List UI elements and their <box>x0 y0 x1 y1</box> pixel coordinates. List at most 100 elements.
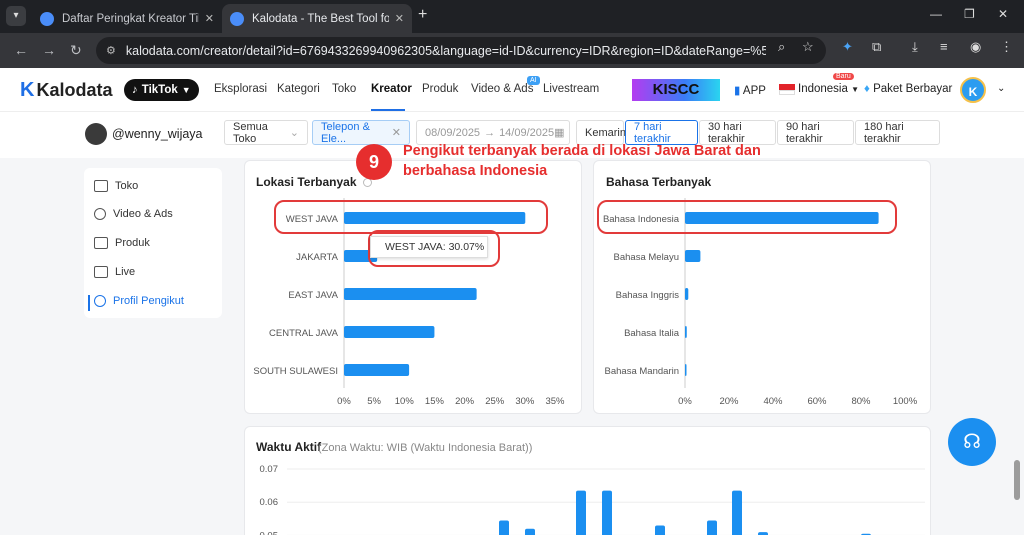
kalodata-favicon-icon <box>40 11 54 26</box>
nav-produk[interactable]: Produk <box>422 83 458 95</box>
side-item-label: Produk <box>115 237 150 249</box>
ai-badge: AI <box>527 76 540 85</box>
kalodata-favicon-icon <box>230 11 244 26</box>
time-bar <box>655 525 665 535</box>
language-selector[interactable]: Indonesia ▼ <box>798 83 859 95</box>
language-tick-label: 60% <box>807 396 827 407</box>
support-headset-icon[interactable]: ☊ <box>948 418 996 466</box>
extensions-icon[interactable]: ⧉ <box>872 39 881 55</box>
location-card: Lokasi Terbanyak WEST JAVA JAKARTA EAST JA… <box>244 160 582 414</box>
language-bar <box>685 250 701 262</box>
side-item-toko[interactable]: Toko <box>94 180 138 192</box>
account-chevron-icon[interactable]: ⌄ <box>997 83 1005 94</box>
time-bar <box>576 490 586 535</box>
logo-text: Kalodata <box>36 80 113 100</box>
forward-icon[interactable]: → <box>42 42 56 58</box>
media-icon[interactable]: ≡ <box>940 39 948 54</box>
language-tick-label: 100% <box>893 396 918 407</box>
download-icon[interactable]: ⤓ <box>912 39 918 55</box>
location-category-label: SOUTH SULAWESI <box>253 366 338 377</box>
time-tick-label: 0.07 <box>260 464 279 475</box>
date-start: 08/09/2025 <box>425 126 481 139</box>
side-item-label: Toko <box>115 180 139 192</box>
language-bar <box>685 326 687 338</box>
indonesia-flag-icon <box>779 84 795 95</box>
nav-kategori[interactable]: Kategori <box>277 83 320 95</box>
side-item-label: Video & Ads <box>113 208 173 220</box>
nav-video-ads[interactable]: Video & Ads <box>471 83 533 95</box>
app-link[interactable]: ▮ APP <box>734 83 766 97</box>
time-bar <box>707 520 717 535</box>
plan-label: Paket Berbayar <box>873 83 953 95</box>
clear-icon[interactable]: ✕ <box>392 126 401 139</box>
language-bar <box>685 288 689 300</box>
time-bar <box>732 490 742 535</box>
nav-livestream[interactable]: Livestream <box>543 83 599 95</box>
zoom-icon[interactable]: ⌕ <box>778 39 785 55</box>
reload-icon[interactable]: ↻ <box>70 42 82 59</box>
profile-icon[interactable]: ◉ <box>970 39 981 55</box>
browser-tab-1[interactable]: Daftar Peringkat Kreator TikTok ✕ <box>32 4 222 33</box>
tiktok-icon: ♪ <box>132 84 138 96</box>
promo-banner[interactable]: KISCC <box>632 79 720 101</box>
side-item-label: Profil Pengikut <box>113 295 184 307</box>
plan-link[interactable]: ♦ Paket Berbayar <box>864 83 952 95</box>
active-side-indicator <box>88 295 90 311</box>
play-icon <box>94 208 106 220</box>
kalodata-logo[interactable]: K Kalodata <box>20 79 112 102</box>
close-tab-icon[interactable]: ✕ <box>395 12 404 25</box>
address-bar-row: ← → ↻ ⚙ kalodata.com/creator/detail?id=6… <box>0 33 1024 68</box>
range-180-hari[interactable]: 180 hari terakhir <box>855 120 940 145</box>
language-tick-label: 20% <box>719 396 739 407</box>
location-tick-label: 35% <box>545 396 565 407</box>
user-avatar[interactable]: K <box>960 77 986 103</box>
app-header: K Kalodata ♪ TikTok ▼ Eksplorasi Kategor… <box>0 68 1024 112</box>
page-scrollbar[interactable] <box>1014 460 1020 500</box>
platform-selector[interactable]: ♪ TikTok ▼ <box>124 79 199 101</box>
logo-icon: K <box>20 79 35 101</box>
bookmark-star-icon[interactable]: ☆ <box>802 39 814 55</box>
url-bar[interactable]: ⚙ kalodata.com/creator/detail?id=6769433… <box>96 37 826 64</box>
time-tick-label: 0.06 <box>260 497 279 508</box>
highlight-west-java <box>274 200 548 234</box>
box-icon <box>94 237 108 249</box>
nav-eksplorasi[interactable]: Eksplorasi <box>214 83 267 95</box>
restore-icon[interactable]: ❐ <box>964 7 975 21</box>
location-bar <box>344 364 410 376</box>
close-tab-icon[interactable]: ✕ <box>205 12 214 25</box>
language-category-label: Bahasa Italia <box>624 328 680 339</box>
side-item-profil-pengikut[interactable]: Profil Pengikut <box>94 295 184 307</box>
menu-dots-icon[interactable]: ⋮ <box>1000 39 1013 55</box>
location-tick-label: 0% <box>337 396 351 407</box>
close-window-icon[interactable]: ✕ <box>998 7 1008 21</box>
new-tab-icon[interactable]: + <box>418 6 427 24</box>
highlight-bahasa-indonesia <box>597 200 897 234</box>
new-badge: Baru <box>833 73 854 80</box>
tab-title: Kalodata - The Best Tool for TikTok <box>252 12 389 25</box>
side-item-produk[interactable]: Produk <box>94 237 150 249</box>
browser-tab-2[interactable]: Kalodata - The Best Tool for TikTok ✕ <box>222 4 412 33</box>
side-item-label: Live <box>115 266 136 278</box>
location-tick-label: 30% <box>515 396 535 407</box>
chevron-down-icon: ⌄ <box>289 127 299 139</box>
app-link-label: APP <box>742 85 766 97</box>
nav-kreator[interactable]: Kreator <box>371 83 412 95</box>
active-time-title: Waktu Aktif <box>256 440 322 454</box>
location-bar <box>344 326 435 338</box>
side-item-video-ads[interactable]: Video & Ads <box>94 208 173 220</box>
platform-label: TikTok <box>141 84 178 96</box>
caret-down-icon: ▼ <box>851 85 859 94</box>
time-bar <box>525 528 535 535</box>
language-category-label: Bahasa Mandarin <box>605 366 679 377</box>
site-info-icon[interactable]: ⚙ <box>106 44 116 57</box>
back-icon[interactable]: ← <box>14 42 28 58</box>
tab-search-icon[interactable]: ▾ <box>6 6 26 26</box>
nav-toko[interactable]: Toko <box>332 83 356 95</box>
diamond-icon: ♦ <box>864 83 870 95</box>
shop-select[interactable]: Semua Toko ⌄ <box>224 120 308 145</box>
side-item-live[interactable]: Live <box>94 266 135 278</box>
category-select[interactable]: Telepon & Ele... ✕ <box>312 120 410 145</box>
minimize-icon[interactable]: — <box>930 7 942 21</box>
kalodata-extension-icon[interactable]: ✦ <box>842 39 853 55</box>
location-tick-label: 10% <box>395 396 415 407</box>
